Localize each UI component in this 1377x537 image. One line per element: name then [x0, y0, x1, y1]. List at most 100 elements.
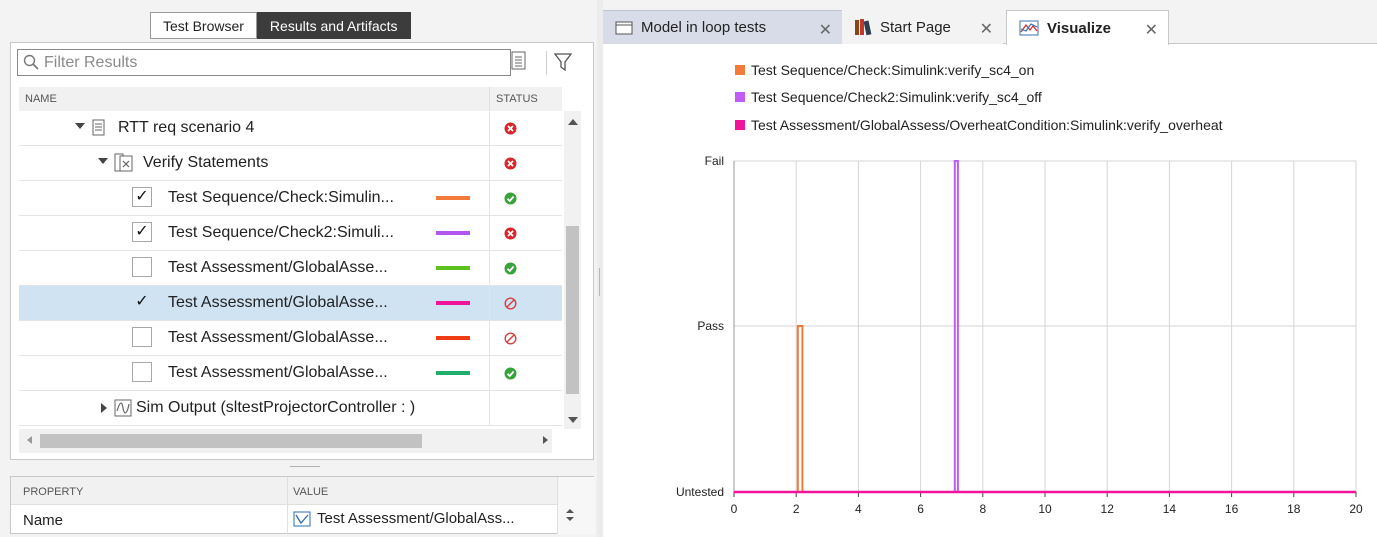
books-icon: [855, 19, 872, 36]
property-scrollbar[interactable]: [557, 477, 595, 534]
value-column-header: VALUE: [293, 486, 329, 498]
tree-row-label: Sim Output (sltestProjectorController : …: [136, 399, 416, 416]
document-area: Model in loop tests ✕ Start Page ✕ Visua…: [603, 0, 1377, 537]
scroll-thumb[interactable]: [566, 226, 579, 394]
property-column-header: PROPERTY: [23, 486, 84, 498]
verify-statements-icon: [114, 153, 133, 172]
tree-horizontal-scrollbar[interactable]: [19, 429, 552, 453]
untested-status-icon: [504, 332, 517, 345]
property-divider: [287, 477, 288, 535]
visualize-checkbox[interactable]: [132, 327, 152, 347]
test-browser-button[interactable]: Test Browser: [150, 12, 257, 39]
scroll-left-icon[interactable]: [27, 436, 32, 444]
status-cell-divider: [489, 286, 490, 320]
series-color-swatch: [436, 371, 470, 375]
visualize-checkbox[interactable]: [132, 362, 152, 382]
scroll-down-icon[interactable]: [566, 517, 574, 521]
x-tick-label: 0: [731, 502, 738, 516]
y-tick-label: Fail: [705, 154, 724, 168]
scroll-up-icon[interactable]: [568, 119, 578, 125]
tree-row-label: RTT req scenario 4: [118, 119, 255, 136]
series-color-swatch: [436, 301, 470, 305]
scroll-up-icon[interactable]: [566, 509, 574, 513]
status-cell-divider: [489, 321, 490, 355]
panel-resize-grip[interactable]: [290, 466, 320, 467]
tree-row-verify-statements[interactable]: Verify Statements: [19, 146, 562, 181]
filter-funnel-icon[interactable]: [554, 52, 572, 72]
splitter-grip[interactable]: [599, 268, 600, 296]
tree-row-sim-output[interactable]: Sim Output (sltestProjectorController : …: [19, 391, 562, 426]
legend-item: Test Sequence/Check:Simulink:verify_sc4_…: [735, 62, 1034, 78]
legend-swatch: [735, 65, 745, 75]
toolbar-divider: [546, 51, 547, 75]
legend-item: Test Sequence/Check2:Simulink:verify_sc4…: [735, 89, 1042, 105]
visualize-icon: [1019, 20, 1039, 36]
tab-bar: Model in loop tests ✕ Start Page ✕ Visua…: [603, 0, 1377, 45]
tree-row-scenario[interactable]: RTT req scenario 4: [19, 111, 562, 146]
column-header: NAME STATUS: [19, 87, 562, 111]
collapse-arrow-icon[interactable]: [75, 123, 85, 129]
scroll-right-icon[interactable]: [543, 436, 548, 444]
x-tick-label: 14: [1163, 502, 1177, 516]
tree-row-assertion[interactable]: Test Assessment/GlobalAsse...: [19, 321, 562, 356]
x-tick-label: 2: [793, 502, 800, 516]
tree-row-label: Test Sequence/Check2:Simuli...: [168, 224, 394, 241]
visualize-checkbox[interactable]: ✓: [132, 187, 152, 207]
tree-row-assertion[interactable]: ✓ Test Sequence/Check2:Simuli...: [19, 216, 562, 251]
list-view-icon[interactable]: [511, 51, 527, 71]
x-tick-label: 6: [917, 502, 924, 516]
column-divider: [489, 87, 490, 111]
view-toggle: Test Browser Results and Artifacts: [150, 12, 411, 39]
expand-arrow-icon[interactable]: [101, 403, 107, 413]
tab-visualize[interactable]: Visualize ✕: [1006, 10, 1169, 45]
results-tree: NAME STATUS RTT req scenario 4 Verify St…: [10, 42, 594, 460]
legend-label: Test Sequence/Check:Simulink:verify_sc4_…: [751, 62, 1035, 78]
results-artifacts-button[interactable]: Results and Artifacts: [256, 12, 411, 39]
x-tick-label: 8: [979, 502, 986, 516]
tree-vertical-scrollbar[interactable]: [564, 111, 581, 429]
status-cell-divider: [489, 146, 490, 180]
series-color-swatch: [436, 196, 470, 200]
tree-row-label: Test Assessment/GlobalAsse...: [168, 259, 388, 276]
status-cell-divider: [489, 181, 490, 215]
tab-label: Visualize: [1047, 19, 1111, 37]
filter-input[interactable]: [42, 52, 506, 74]
property-name-value: Test Assessment/GlobalAss...: [293, 510, 515, 527]
tab-model-in-loop-tests[interactable]: Model in loop tests ✕: [603, 10, 842, 44]
status-column-header[interactable]: STATUS: [496, 93, 538, 105]
close-icon[interactable]: ✕: [980, 19, 993, 39]
series-color-swatch: [436, 266, 470, 270]
legend-label: Test Sequence/Check2:Simulink:verify_sc4…: [751, 89, 1042, 105]
close-icon[interactable]: ✕: [819, 20, 832, 40]
results-panel: Test Browser Results and Artifacts NAME …: [0, 0, 597, 537]
fail-status-icon: [504, 227, 517, 240]
status-cell-divider: [489, 251, 490, 285]
series-color-swatch: [436, 231, 470, 235]
collapse-arrow-icon[interactable]: [98, 158, 108, 164]
filter-box[interactable]: [17, 49, 511, 76]
visualize-checkbox[interactable]: [132, 257, 152, 277]
x-tick-label: 12: [1101, 502, 1115, 516]
tab-label: Start Page: [880, 18, 951, 36]
legend-swatch: [735, 92, 745, 102]
x-tick-label: 10: [1038, 502, 1052, 516]
property-name-label: Name: [23, 512, 64, 529]
tree-row-assertion[interactable]: Test Assessment/GlobalAsse...: [19, 356, 562, 391]
property-value-text: Test Assessment/GlobalAss...: [317, 510, 515, 527]
x-tick-label: 20: [1349, 502, 1363, 516]
name-column-header[interactable]: NAME: [25, 93, 57, 105]
scroll-thumb[interactable]: [40, 434, 422, 448]
scroll-down-icon[interactable]: [568, 417, 578, 423]
tree-row-label: Test Assessment/GlobalAsse...: [168, 294, 388, 311]
tab-start-page[interactable]: Start Page ✕: [842, 10, 1003, 44]
results-chart[interactable]: Untested Pass Fail 0 2 4 6 8 10 12 14 16 18 20: [603, 130, 1377, 537]
x-tick-label: 18: [1287, 502, 1301, 516]
tree-row-assertion[interactable]: ✓ Test Sequence/Check:Simulin...: [19, 181, 562, 216]
tree-row-label: Verify Statements: [143, 154, 269, 171]
close-icon[interactable]: ✕: [1145, 20, 1158, 40]
visualize-checkbox[interactable]: ✓: [132, 292, 152, 312]
visualize-checkbox[interactable]: ✓: [132, 222, 152, 242]
series-color-swatch: [436, 336, 470, 340]
tree-row-assertion-selected[interactable]: ✓ Test Assessment/GlobalAsse...: [19, 286, 562, 321]
tree-row-assertion[interactable]: Test Assessment/GlobalAsse...: [19, 251, 562, 286]
